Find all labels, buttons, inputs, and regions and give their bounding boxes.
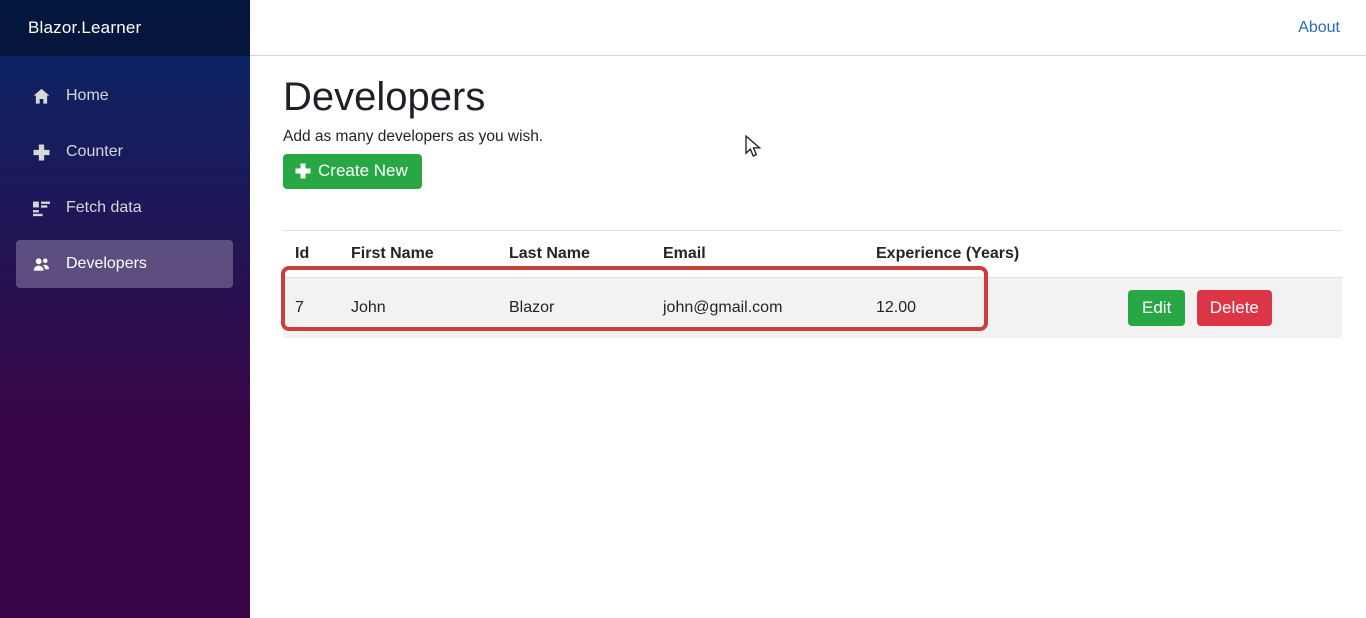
table-row: 7 John Blazor john@gmail.com 12.00 Edit … xyxy=(283,278,1342,338)
cell-actions: Edit Delete xyxy=(1116,278,1342,338)
developers-table: Id First Name Last Name Email Experience… xyxy=(283,230,1342,338)
create-new-label: Create New xyxy=(318,161,408,181)
page-subtitle: Add as many developers as you wish. xyxy=(283,128,1342,146)
column-header-email: Email xyxy=(651,231,864,278)
edit-button[interactable]: Edit xyxy=(1128,290,1185,326)
plus-icon xyxy=(33,144,50,161)
app-root: Blazor.Learner Home Counter xyxy=(0,0,1366,618)
sidebar-nav: Home Counter xyxy=(0,56,250,296)
sidebar-item-developers[interactable]: Developers xyxy=(16,240,233,288)
cell-experience: 12.00 xyxy=(864,278,1116,338)
list-icon xyxy=(33,200,50,217)
about-link[interactable]: About xyxy=(1298,19,1340,37)
sidebar-item-label: Counter xyxy=(66,143,123,161)
column-header-actions xyxy=(1116,231,1342,278)
page-content: Developers Add as many developers as you… xyxy=(250,56,1366,338)
sidebar-item-label: Developers xyxy=(66,255,147,273)
column-header-first-name: First Name xyxy=(339,231,497,278)
cell-id: 7 xyxy=(283,278,339,338)
table-header: Id First Name Last Name Email Experience… xyxy=(283,231,1342,278)
app-brand[interactable]: Blazor.Learner xyxy=(28,18,141,38)
sidebar-item-label: Home xyxy=(66,87,109,105)
create-new-button[interactable]: Create New xyxy=(283,154,422,189)
main-area: About Developers Add as many developers … xyxy=(250,0,1366,618)
cell-email: john@gmail.com xyxy=(651,278,864,338)
home-icon xyxy=(33,88,50,105)
sidebar-item-fetch-data[interactable]: Fetch data xyxy=(16,184,233,232)
plus-icon xyxy=(295,163,311,179)
brand-bar: Blazor.Learner xyxy=(0,0,250,56)
sidebar: Blazor.Learner Home Counter xyxy=(0,0,250,618)
column-header-last-name: Last Name xyxy=(497,231,651,278)
top-bar: About xyxy=(250,0,1366,56)
people-icon xyxy=(33,256,50,273)
sidebar-item-counter[interactable]: Counter xyxy=(16,128,233,176)
page-title: Developers xyxy=(283,73,1342,121)
cell-last-name: Blazor xyxy=(497,278,651,338)
column-header-experience: Experience (Years) xyxy=(864,231,1116,278)
delete-button[interactable]: Delete xyxy=(1197,290,1272,326)
cell-first-name: John xyxy=(339,278,497,338)
column-header-id: Id xyxy=(283,231,339,278)
sidebar-item-label: Fetch data xyxy=(66,199,142,217)
sidebar-item-home[interactable]: Home xyxy=(16,72,233,120)
